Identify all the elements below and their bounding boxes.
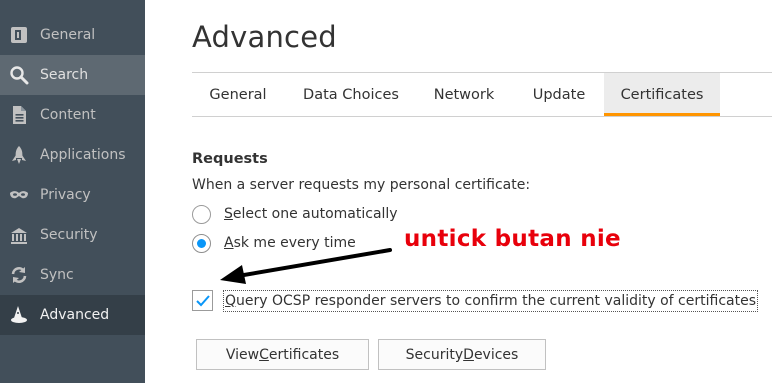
requests-heading: Requests <box>192 151 268 167</box>
sidebar-item-label: Content <box>40 107 96 123</box>
sidebar-item-content[interactable]: Content <box>0 95 145 135</box>
radio-button-ask-every-time[interactable] <box>192 233 211 253</box>
tab-general[interactable]: General <box>192 73 284 116</box>
sidebar-item-search[interactable]: Search <box>0 55 145 95</box>
radio-label-ask-every-time: Ask me every time <box>224 235 356 251</box>
sidebar-item-advanced[interactable]: Advanced <box>0 295 145 335</box>
tab-bar: General Data Choices Network Update Cert… <box>192 72 772 117</box>
security-devices-button[interactable]: Security Devices <box>378 339 546 370</box>
tab-network[interactable]: Network <box>418 73 510 116</box>
sidebar-item-label: Applications <box>40 147 126 163</box>
privacy-mask-icon <box>9 185 29 205</box>
sidebar-item-label: Privacy <box>40 187 91 203</box>
view-certificates-button[interactable]: View Certificates <box>196 339 369 370</box>
sidebar: General Search Content Applications Priv… <box>0 0 145 383</box>
sidebar-item-label: Security <box>40 227 98 243</box>
sidebar-item-label: Search <box>40 67 89 83</box>
sidebar-item-label: Sync <box>40 267 74 283</box>
sidebar-item-security[interactable]: Security <box>0 215 145 255</box>
ocsp-checkbox[interactable] <box>192 290 213 311</box>
sidebar-item-sync[interactable]: Sync <box>0 255 145 295</box>
checkmark-icon <box>195 294 210 306</box>
sidebar-item-applications[interactable]: Applications <box>0 135 145 175</box>
sidebar-item-privacy[interactable]: Privacy <box>0 175 145 215</box>
requests-description: When a server requests my personal certi… <box>192 177 531 193</box>
ocsp-checkbox-label: Query OCSP responder servers to confirm … <box>223 289 758 312</box>
sidebar-item-general[interactable]: General <box>0 15 145 55</box>
radio-select-automatically[interactable]: Select one automatically <box>192 202 398 226</box>
sidebar-item-label: Advanced <box>40 307 110 323</box>
sidebar-item-label: General <box>40 27 96 43</box>
search-icon <box>9 65 29 85</box>
tab-certificates[interactable]: Certificates <box>604 73 720 116</box>
radio-ask-every-time[interactable]: Ask me every time <box>192 231 356 255</box>
security-icon <box>9 225 29 245</box>
sync-icon <box>9 265 29 285</box>
ocsp-checkbox-row[interactable]: Query OCSP responder servers to confirm … <box>192 288 772 313</box>
content-icon <box>9 105 29 125</box>
advanced-wizard-hat-icon <box>9 305 29 325</box>
tab-data-choices[interactable]: Data Choices <box>289 73 413 116</box>
tab-update[interactable]: Update <box>514 73 604 116</box>
radio-label-select-automatically: Select one automatically <box>224 206 398 222</box>
annotation-text: untick butan nie <box>404 226 621 252</box>
page-title: Advanced <box>192 20 337 54</box>
general-icon <box>9 25 29 45</box>
radio-button-select-automatically[interactable] <box>192 204 211 224</box>
applications-icon <box>9 145 29 165</box>
